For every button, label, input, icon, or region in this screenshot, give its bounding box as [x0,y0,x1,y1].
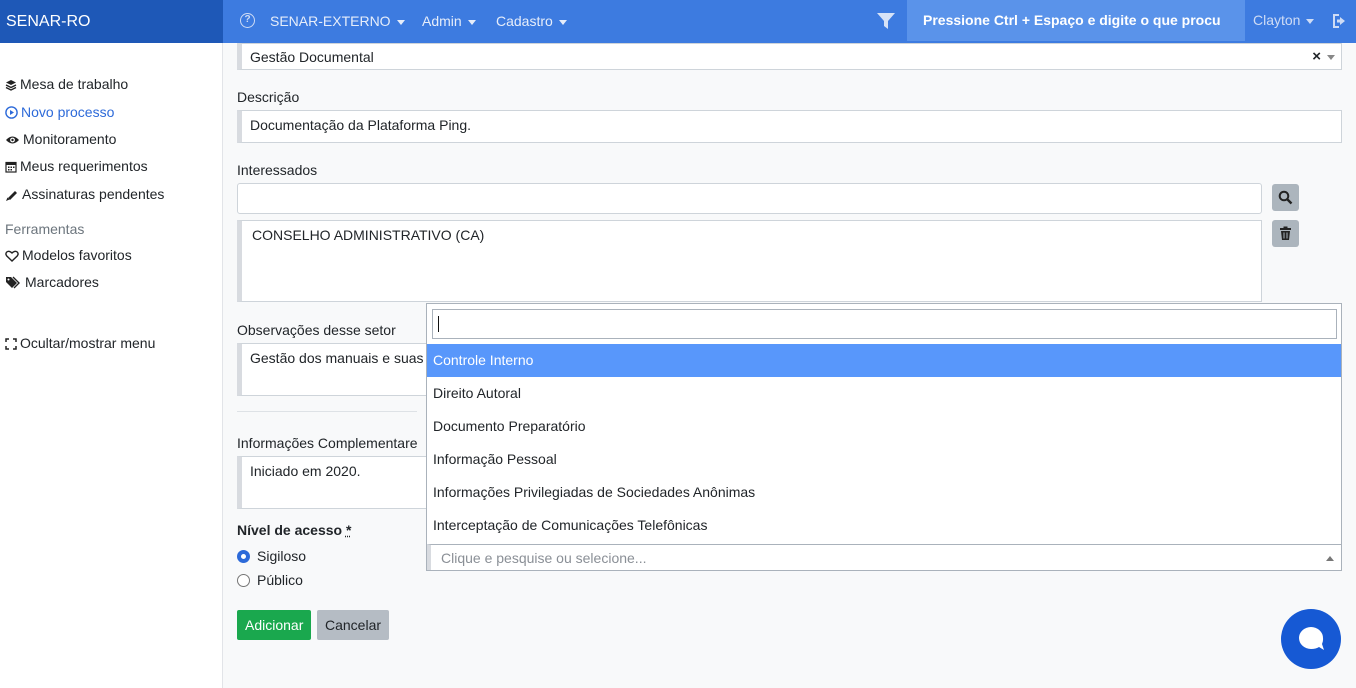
sidebar-item-label: Modelos favoritos [22,247,132,263]
nav-cadastro-label: Cadastro [496,13,553,29]
logout-icon[interactable] [1330,12,1348,30]
clear-icon[interactable]: × [1312,48,1321,65]
required-mark: * [345,522,352,538]
observacoes-field[interactable]: Gestão dos manuais e suas [237,343,437,396]
dropdown-option[interactable]: Controle Interno [427,344,1341,377]
interessados-search-input[interactable] [237,183,1262,214]
delete-button[interactable] [1272,220,1299,247]
top-navbar: SENAR-RO ? SENAR-EXTERNO Admin Cadastro … [0,0,1356,43]
classificacao-select[interactable]: Gestão Documental × [237,43,1342,70]
radio-publico[interactable] [237,574,250,587]
sidebar: Mesa de trabalho Novo processo Monitoram… [0,43,223,688]
nav-admin[interactable]: Admin [422,0,476,43]
radio-sigiloso-label[interactable]: Sigiloso [257,548,306,564]
sidebar-item-assinaturas-pendentes[interactable]: Assinaturas pendentes [5,184,164,204]
interessados-list[interactable]: CONSELHO ADMINISTRATIVO (CA) [237,220,1262,302]
search-icon [1278,190,1293,205]
chevron-down-icon [1327,55,1335,60]
descricao-label: Descrição [237,89,300,105]
dropdown-option[interactable]: Informações Privilegiadas de Sociedades … [427,476,1341,509]
chevron-down-icon [1306,18,1315,24]
sidebar-item-label: Assinaturas pendentes [22,186,165,202]
classificacao-select-value: Gestão Documental [250,49,374,65]
heart-icon [5,250,19,262]
layers-icon [5,80,17,91]
dropdown-option[interactable]: Informação Pessoal [427,443,1341,476]
trash-icon [1280,226,1291,240]
radio-publico-label[interactable]: Público [257,572,303,588]
nivel-acesso-label: Nível de acesso * [237,522,351,538]
sidebar-item-novo-processo[interactable]: Novo processo [5,102,114,122]
pen-icon [6,191,17,201]
interessado-item: CONSELHO ADMINISTRATIVO (CA) [252,227,485,243]
interessados-label: Interessados [237,162,318,178]
sidebar-item-label: Mesa de trabalho [20,76,129,92]
dropdown-option[interactable]: Interceptação de Comunicações Telefônica… [427,509,1341,542]
descricao-field[interactable]: Documentação da Plataforma Ping. [237,110,1342,143]
sidebar-item-label: Meus requerimentos [20,158,148,174]
help-icon[interactable]: ? [240,13,255,28]
nav-senar-externo[interactable]: SENAR-EXTERNO [270,0,405,43]
informacoes-label: Informações Complementare [237,435,418,451]
sidebar-item-label: Monitoramento [23,131,117,147]
nav-cadastro[interactable]: Cadastro [496,0,567,43]
filter-icon[interactable] [876,11,896,31]
nav-admin-label: Admin [422,13,462,29]
sidebar-item-label: Novo processo [21,104,115,120]
expand-icon [5,338,17,350]
chevron-down-icon [396,19,405,25]
sidebar-item-monitoramento[interactable]: Monitoramento [5,129,116,149]
sidebar-item-label: Marcadores [25,274,99,290]
chat-icon [1299,627,1324,650]
informacoes-field[interactable]: Iniciado em 2020. [237,456,437,509]
sidebar-item-label: Ocultar/mostrar menu [20,335,156,351]
dropdown-search-input[interactable] [432,309,1337,339]
search-button[interactable] [1272,184,1299,211]
cancel-button[interactable]: Cancelar [317,610,390,640]
user-menu[interactable]: Clayton [1253,0,1315,41]
tags-icon [6,276,20,289]
text-cursor [438,316,439,332]
sidebar-item-modelos-favoritos[interactable]: Modelos favoritos [5,245,132,265]
acesso-select-placeholder: Clique e pesquise ou selecione... [441,550,647,566]
sidebar-item-marcadores[interactable]: Marcadores [5,272,99,292]
chat-button[interactable] [1281,609,1341,669]
chevron-down-icon [558,19,567,25]
eye-icon [6,136,19,144]
nav-senar-externo-label: SENAR-EXTERNO [270,13,391,29]
sidebar-item-meus-requerimentos[interactable]: Meus requerimentos [5,156,148,176]
add-button[interactable]: Adicionar [237,610,312,640]
sidebar-toggle-menu[interactable]: Ocultar/mostrar menu [5,333,155,353]
nivel-acesso-text: Nível de acesso [237,522,343,538]
global-search-input[interactable]: Pressione Ctrl + Espaço e digite o que p… [907,0,1245,41]
sidebar-heading-ferramentas: Ferramentas [5,221,85,237]
brand-logo[interactable]: SENAR-RO [0,0,223,43]
calendar-icon [5,161,17,173]
divider [237,411,417,412]
play-circle-icon [5,106,18,119]
user-name: Clayton [1253,12,1301,28]
chevron-up-icon [1326,556,1334,561]
radio-sigiloso[interactable] [237,550,250,563]
dropdown-option[interactable]: Direito Autoral [427,377,1341,410]
observacoes-label: Observações desse setor [237,322,396,338]
acesso-select[interactable]: Clique e pesquise ou selecione... [427,544,1341,570]
dropdown-option[interactable]: Documento Preparatório [427,410,1341,443]
sidebar-item-mesa-de-trabalho[interactable]: Mesa de trabalho [5,74,128,94]
chevron-down-icon [467,19,476,25]
acesso-dropdown: Controle Interno Direito Autoral Documen… [426,303,1342,571]
